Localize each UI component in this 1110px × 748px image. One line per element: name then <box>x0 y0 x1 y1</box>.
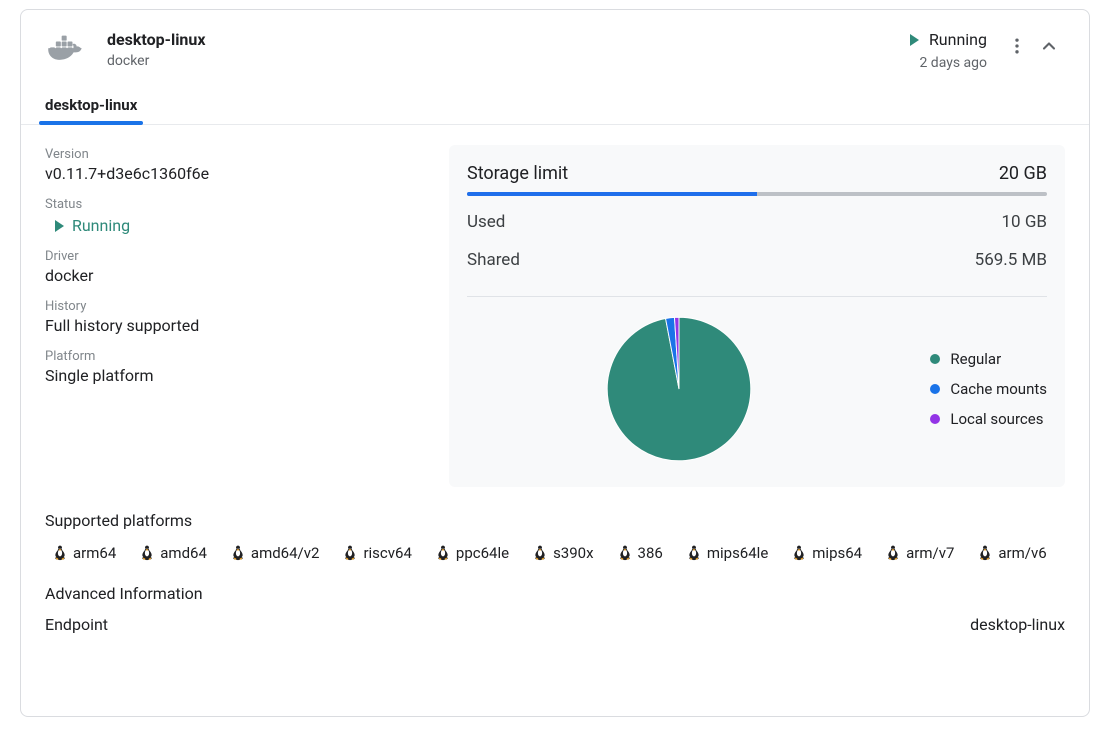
storage-limit-row: Storage limit 20 GB <box>467 153 1047 192</box>
status-value-text: Running <box>72 216 130 235</box>
platform-item: ppc64le <box>436 544 509 562</box>
history-value: Full history supported <box>45 316 425 335</box>
linux-icon <box>436 545 450 561</box>
platform-label: ppc64le <box>456 544 509 562</box>
meta-column: Version v0.11.7+d3e6c1360f6e Status Runn… <box>45 145 425 487</box>
platform-label: s390x <box>553 544 593 562</box>
linux-icon <box>978 545 992 561</box>
endpoint-value: desktop-linux <box>970 615 1065 634</box>
storage-limit-value: 20 GB <box>999 163 1047 184</box>
endpoint-row: Endpoint desktop-linux <box>45 615 1065 634</box>
header-status: Running 2 days ago <box>910 30 987 71</box>
status-age: 2 days ago <box>919 55 987 71</box>
header-row: desktop-linux docker Running 2 days ago <box>21 10 1089 74</box>
platforms-list: arm64 amd64 amd64/v2 riscv64 ppc64le s390x 386… <box>45 544 1065 562</box>
linux-icon <box>231 545 245 561</box>
legend-regular: Regular <box>930 350 1047 368</box>
platform-label: arm/v6 <box>998 544 1046 562</box>
storage-used-row: Used 10 GB <box>467 202 1047 240</box>
platform-label: 386 <box>638 544 663 562</box>
status-value: Running <box>55 216 425 235</box>
driver-value: docker <box>45 266 425 285</box>
platform-label: amd64/v2 <box>251 544 320 562</box>
storage-limit-label: Storage limit <box>467 163 568 184</box>
storage-used-value: 10 GB <box>1002 212 1048 232</box>
platform-label: riscv64 <box>363 544 411 562</box>
platform-label: mips64le <box>707 544 768 562</box>
platform-label: Platform <box>45 349 425 364</box>
storage-progress <box>467 192 1047 196</box>
status-label: Status <box>45 197 425 212</box>
play-icon <box>55 220 64 232</box>
storage-panel: Storage limit 20 GB Used 10 GB Shared 56… <box>449 145 1065 487</box>
platform-item: mips64le <box>687 544 768 562</box>
platform-value: Single platform <box>45 366 425 385</box>
endpoint-label: Endpoint <box>45 615 108 634</box>
version-value: v0.11.7+d3e6c1360f6e <box>45 164 425 183</box>
linux-icon <box>140 545 154 561</box>
play-icon <box>910 34 919 46</box>
collapse-button[interactable] <box>1033 30 1065 62</box>
linux-icon <box>618 545 632 561</box>
platform-label: arm64 <box>73 544 116 562</box>
platform-item: amd64 <box>140 544 207 562</box>
linux-icon <box>792 545 806 561</box>
legend-cache: Cache mounts <box>930 380 1047 398</box>
platform-item: s390x <box>533 544 593 562</box>
storage-shared-value: 569.5 MB <box>975 250 1047 270</box>
more-menu-button[interactable] <box>1001 30 1033 62</box>
title-block: desktop-linux docker <box>107 30 206 69</box>
driver-label: Driver <box>45 249 425 264</box>
storage-shared-label: Shared <box>467 250 520 270</box>
platforms-title: Supported platforms <box>45 511 1065 530</box>
legend-local: Local sources <box>930 410 1047 428</box>
status-text: Running <box>929 30 987 49</box>
linux-icon <box>886 545 900 561</box>
linux-icon <box>53 545 67 561</box>
linux-icon <box>343 545 357 561</box>
platform-label: arm/v7 <box>906 544 954 562</box>
platform-label: amd64 <box>160 544 207 562</box>
platform-item: mips64 <box>792 544 862 562</box>
platform-item: arm/v6 <box>978 544 1046 562</box>
platform-item: riscv64 <box>343 544 411 562</box>
storage-shared-row: Shared 569.5 MB <box>467 240 1047 278</box>
platform-item: arm/v7 <box>886 544 954 562</box>
linux-icon <box>533 545 547 561</box>
tabs: desktop-linux <box>21 96 1089 125</box>
builder-name: desktop-linux <box>107 30 206 49</box>
version-label: Version <box>45 147 425 162</box>
builder-card: desktop-linux docker Running 2 days ago … <box>20 9 1090 717</box>
builder-driver: docker <box>107 53 206 69</box>
pie-legend: Regular Cache mounts Local sources <box>930 350 1047 428</box>
storage-pie-chart <box>601 311 757 467</box>
platform-label: mips64 <box>812 544 862 562</box>
platform-item: amd64/v2 <box>231 544 320 562</box>
platform-item: 386 <box>618 544 663 562</box>
platform-item: arm64 <box>53 544 116 562</box>
docker-icon <box>45 34 85 74</box>
advanced-title: Advanced Information <box>45 584 1065 603</box>
history-label: History <box>45 299 425 314</box>
tab-desktop-linux[interactable]: desktop-linux <box>45 96 137 124</box>
linux-icon <box>687 545 701 561</box>
storage-used-label: Used <box>467 212 505 232</box>
